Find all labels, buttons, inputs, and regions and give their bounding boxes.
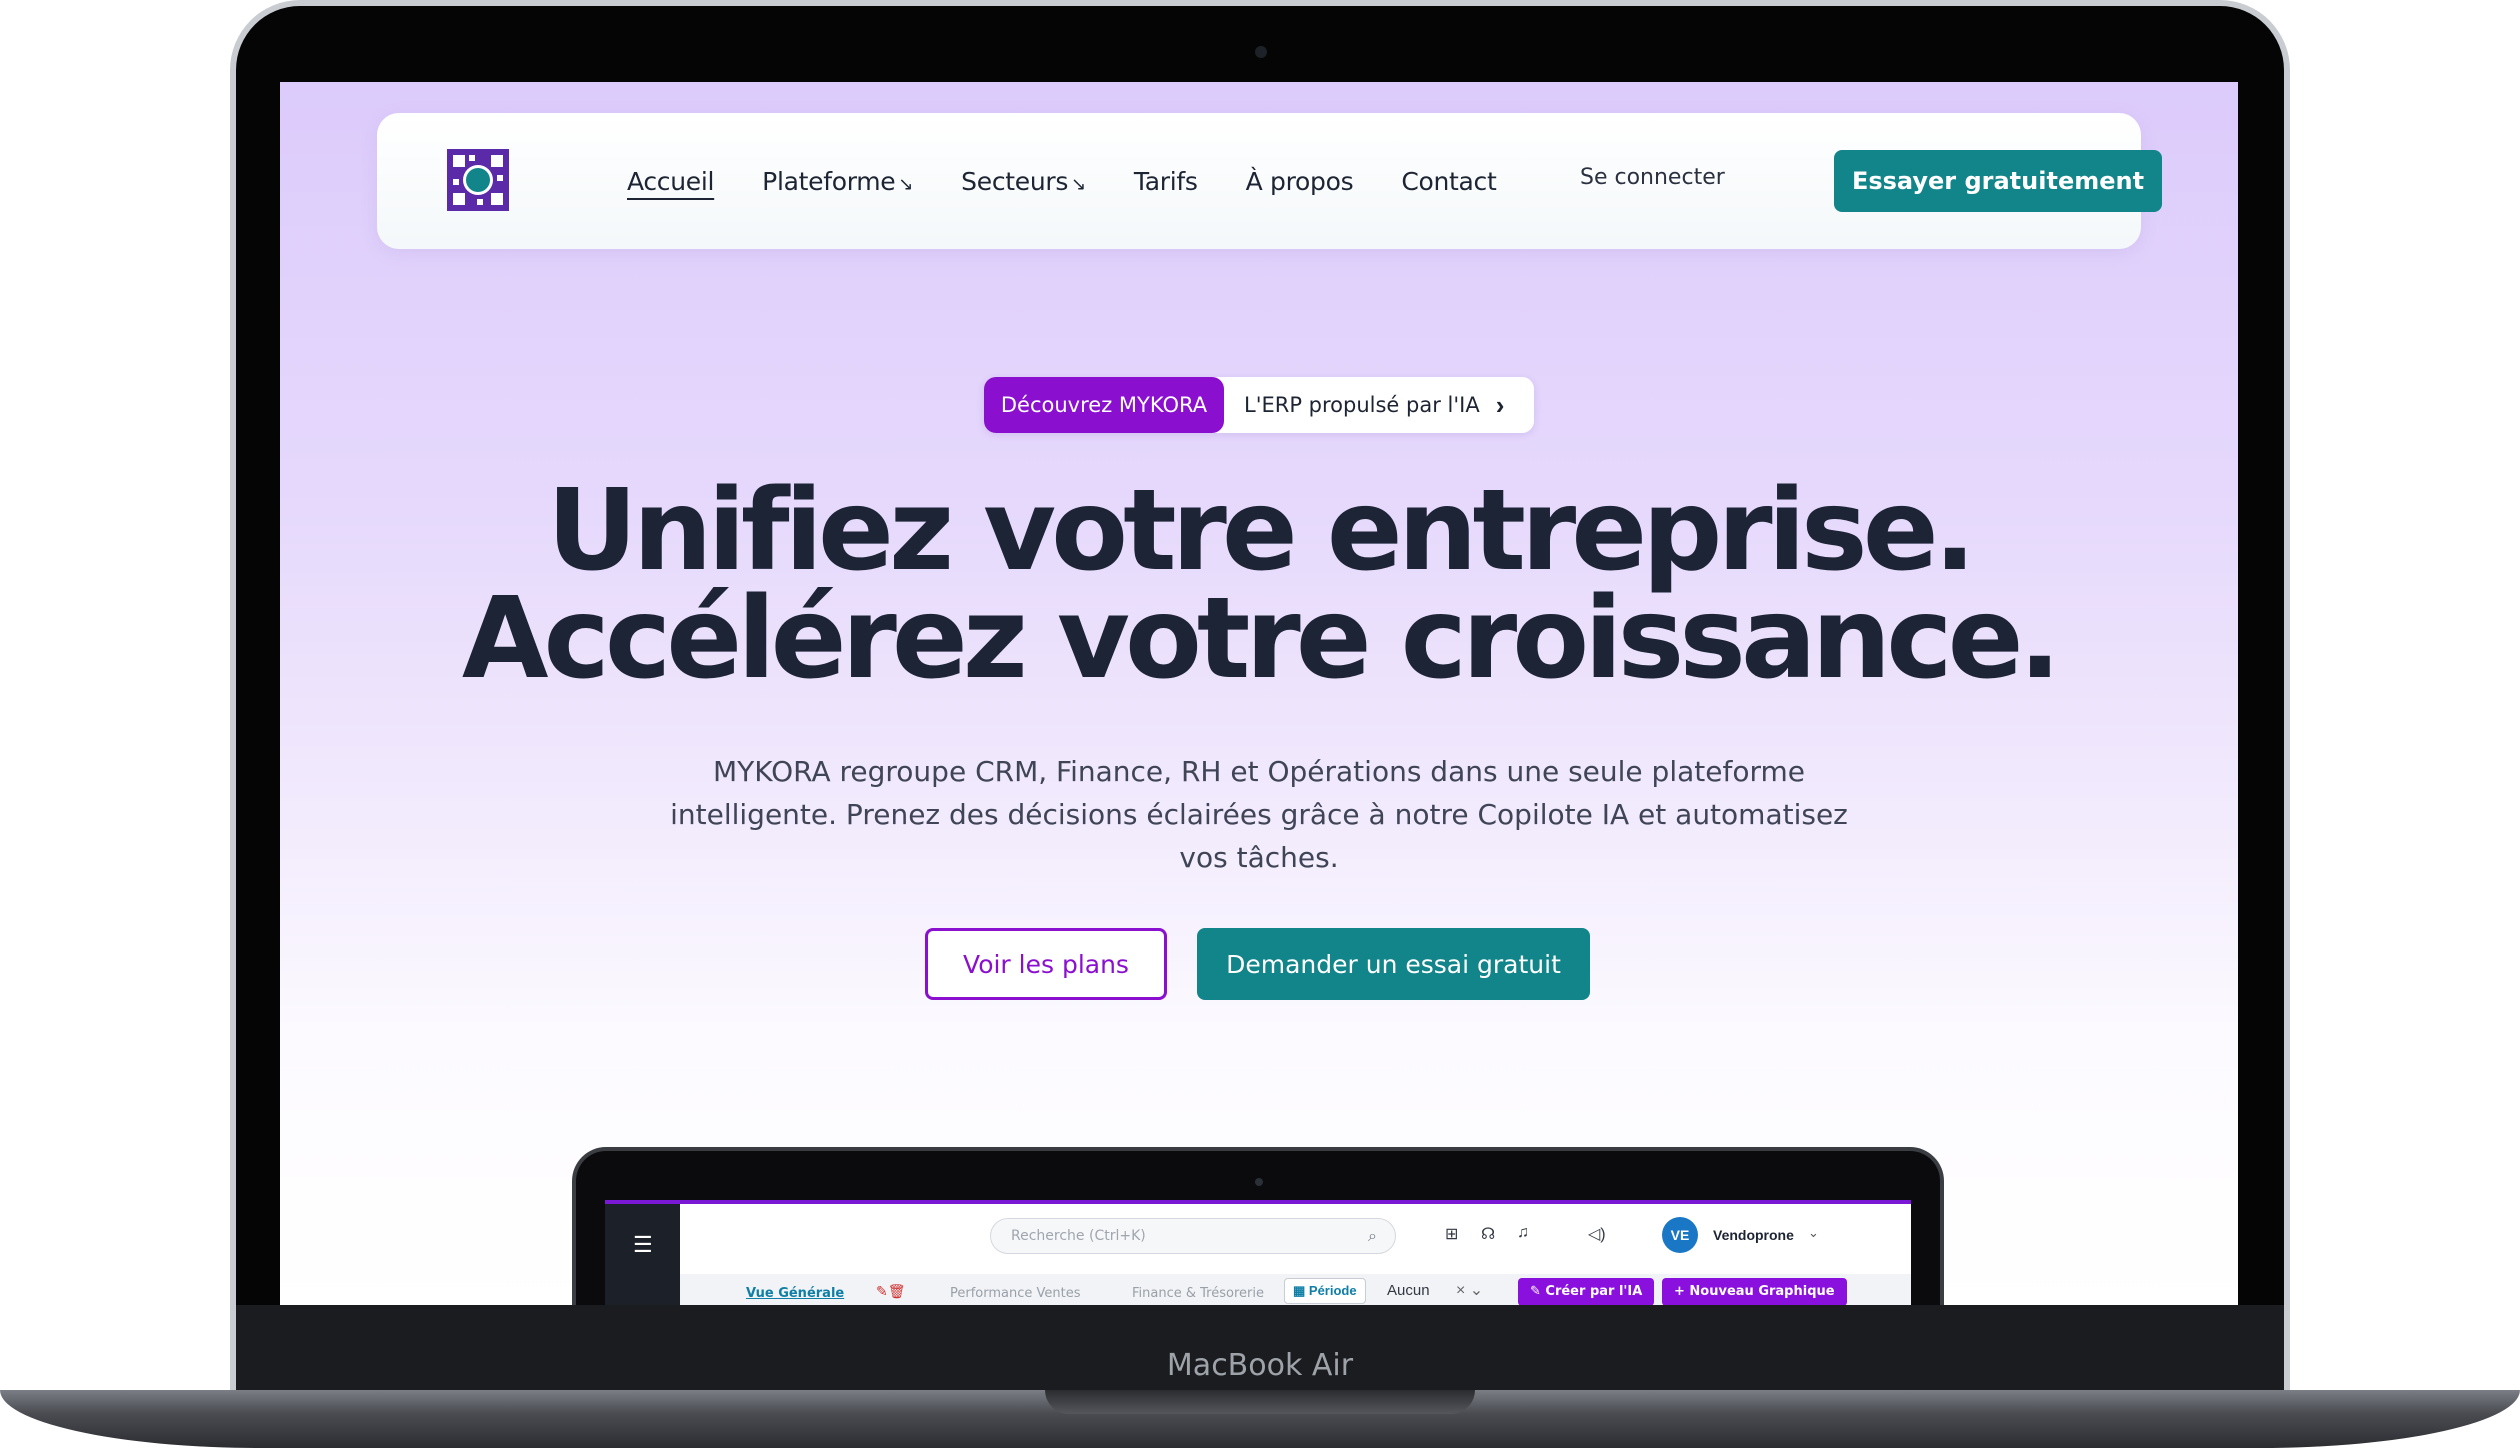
period-label: Période [1308,1283,1357,1298]
arrow-down-right-icon: ↘ [898,173,914,195]
nav-link-accueil[interactable]: Accueil [627,167,714,196]
nav-link-secteurs[interactable]: Secteurs ↘ [961,167,1086,196]
camera-icon [1255,46,1267,58]
navbar: Accueil Plateforme ↘ Secteurs ↘ Tarifs À p… [377,113,2162,249]
user-name: Vendoprone [1713,1227,1794,1243]
bell-icon: ♫ [1517,1224,1529,1241]
hero-subtitle: MYKORA regroupe CRM, Finance, RH et Opér… [670,755,1848,874]
edit-delete-icon: ✎🗑 [876,1283,906,1299]
preview-camera-icon [1255,1178,1263,1186]
search-placeholder: Recherche (Ctrl+K) [1011,1228,1146,1244]
clear-icon: × ⌄ [1456,1282,1484,1299]
app-tab-overview: Vue Générale [746,1286,845,1301]
laptop-notch [1045,1390,1475,1414]
hero-title: Unifiez votre entreprise. Accélérez votr… [280,466,2238,704]
app-preview: ☰ Recherche (Ctrl+K) ⌕ ⊞ ☊ ♫ ◁) VE Vendo… [605,1200,1911,1305]
app-tab-sales: Performance Ventes [950,1286,1081,1301]
announcement-tag: Découvrez MYKORA [984,377,1224,433]
ai-create-button: ✎ Créer par l'IA [1518,1278,1655,1305]
speaker-icon: ◁) [1588,1226,1606,1243]
nav-link-tarifs[interactable]: Tarifs [1134,167,1198,196]
app-toolbar: Vue Générale ✎🗑 Performance Ventes Finan… [680,1274,1911,1305]
chevron-right-icon: › [1495,389,1505,420]
view-plans-button[interactable]: Voir les plans [925,928,1167,1000]
arrow-down-right-icon: ↘ [1071,173,1086,195]
grid-icon: ⊞ [1445,1226,1459,1243]
search-icon: ⌕ [1368,1226,1377,1245]
nav-link-a-propos[interactable]: À propos [1246,167,1354,196]
headset-icon: ☊ [1481,1226,1496,1243]
announcement-pill[interactable]: Découvrez MYKORA L'ERP propulsé par l'IA… [984,377,1534,433]
new-chart-button: + Nouveau Graphique [1662,1278,1847,1305]
app-search-input: Recherche (Ctrl+K) ⌕ [990,1218,1396,1254]
try-free-button[interactable]: Essayer gratuitement [1834,150,2162,212]
chevron-down-icon: ⌄ [1808,1225,1819,1240]
app-sidebar: ☰ [605,1204,680,1305]
period-filter: ▦ Période [1284,1278,1366,1304]
nav-link-label: Accueil [627,166,715,196]
hero-title-line1: Unifiez votre entreprise. [546,466,1976,596]
nav-link-label: Tarifs [1133,166,1198,196]
nav-link-label: Contact [1401,166,1497,196]
nav-link-plateforme[interactable]: Plateforme ↘ [762,167,913,196]
nav-link-contact[interactable]: Contact [1401,167,1496,196]
login-link[interactable]: Se connecter [1580,165,1725,190]
menu-icon: ☰ [633,1232,653,1257]
avatar: VE [1662,1217,1698,1253]
nav-link-label: Plateforme [762,166,896,196]
request-trial-button[interactable]: Demander un essai gratuit [1197,928,1590,1000]
mykora-logo-icon[interactable] [447,149,509,211]
nav-link-label: À propos [1245,166,1354,196]
app-tab-finance: Finance & Trésorerie [1132,1286,1264,1301]
nav-links: Accueil Plateforme ↘ Secteurs ↘ Tarifs À p… [627,113,1545,249]
nav-link-label: Secteurs [961,166,1069,196]
period-value: Aucun [1387,1282,1430,1299]
hero-title-line2: Accélérez votre croissance. [461,574,2061,704]
announcement-text: L'ERP propulsé par l'IA [1244,393,1480,417]
calendar-icon: ▦ [1293,1283,1309,1298]
laptop-brand-label: MacBook Air [1166,1348,1354,1383]
browser-viewport: Accueil Plateforme ↘ Secteurs ↘ Tarifs À p… [280,82,2238,1305]
